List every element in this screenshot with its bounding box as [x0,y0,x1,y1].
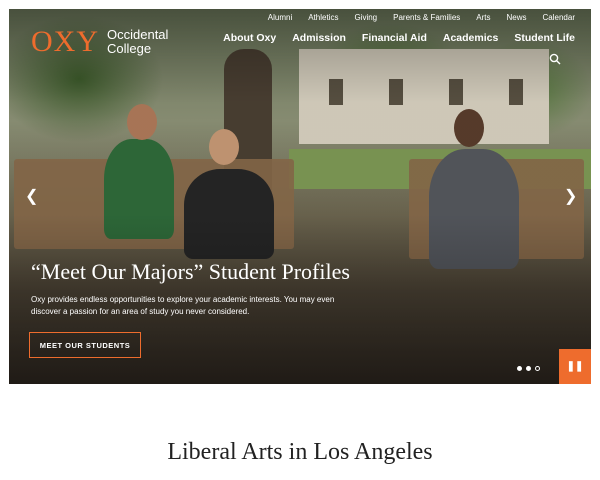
search-icon[interactable] [549,53,561,65]
hero-title: “Meet Our Majors” Student Profiles [31,259,350,284]
hero-description: Oxy provides endless opportunities to ex… [31,295,335,316]
utility-nav: Alumni Athletics Giving Parents & Famili… [252,13,575,22]
main-nav: About Oxy Admission Financial Aid Academ… [207,32,575,44]
main-nav-about[interactable]: About Oxy [223,32,276,44]
carousel-dot-1[interactable] [517,366,522,371]
main-nav-admission[interactable]: Admission [292,32,346,44]
pause-button[interactable]: ❚❚ [559,349,591,384]
util-nav-calendar[interactable]: Calendar [543,13,575,22]
chevron-left-icon[interactable]: ❮ [25,189,38,205]
logo-wordmark: Occidental College [107,28,168,56]
logo-line-1: Occidental [107,27,169,42]
util-nav-parents-families[interactable]: Parents & Families [393,13,460,22]
main-nav-student-life[interactable]: Student Life [514,32,575,44]
carousel-dot-3[interactable] [535,366,540,371]
chevron-right-icon[interactable]: ❯ [564,189,577,205]
util-nav-alumni[interactable]: Alumni [268,13,292,22]
logo-line-2: College [107,41,152,56]
main-nav-academics[interactable]: Academics [443,32,498,44]
util-nav-giving[interactable]: Giving [354,13,377,22]
section-title: Liberal Arts in Los Angeles [167,439,433,465]
util-nav-arts[interactable]: Arts [476,13,490,22]
carousel-dot-2[interactable] [526,366,531,371]
util-nav-news[interactable]: News [507,13,527,22]
carousel-dots [517,366,544,371]
logo-mark: OXY [31,25,99,58]
hero-overlay [9,9,591,384]
util-nav-athletics[interactable]: Athletics [308,13,338,22]
pause-icon: ❚❚ [566,361,584,372]
meet-our-students-button[interactable]: MEET OUR STUDENTS [29,332,141,358]
site-logo[interactable]: OXY Occidental College [31,25,168,59]
main-nav-financial-aid[interactable]: Financial Aid [362,32,427,44]
hero-carousel: OXY Occidental College Alumni Athletics … [9,9,591,384]
